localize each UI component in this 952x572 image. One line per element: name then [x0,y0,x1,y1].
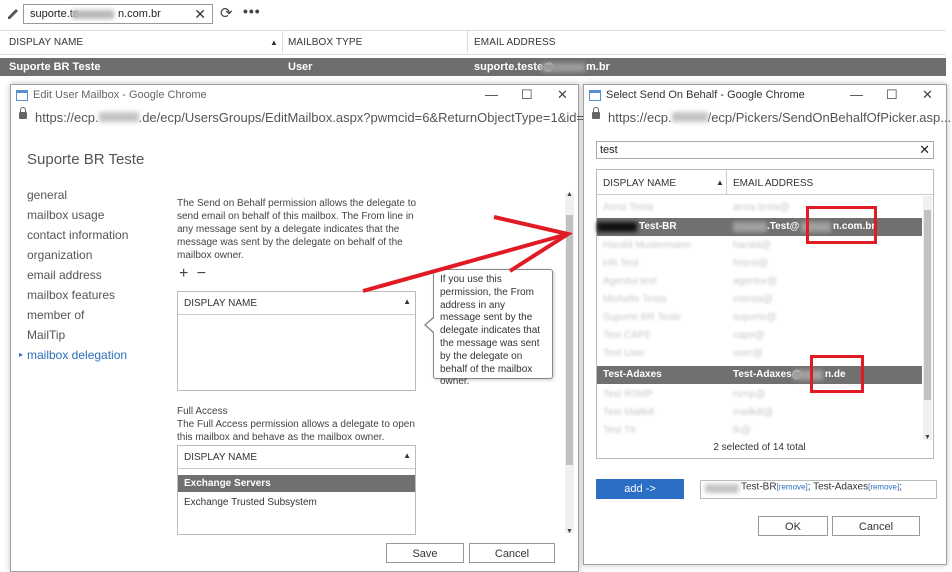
annotation-arrow [362,215,574,293]
